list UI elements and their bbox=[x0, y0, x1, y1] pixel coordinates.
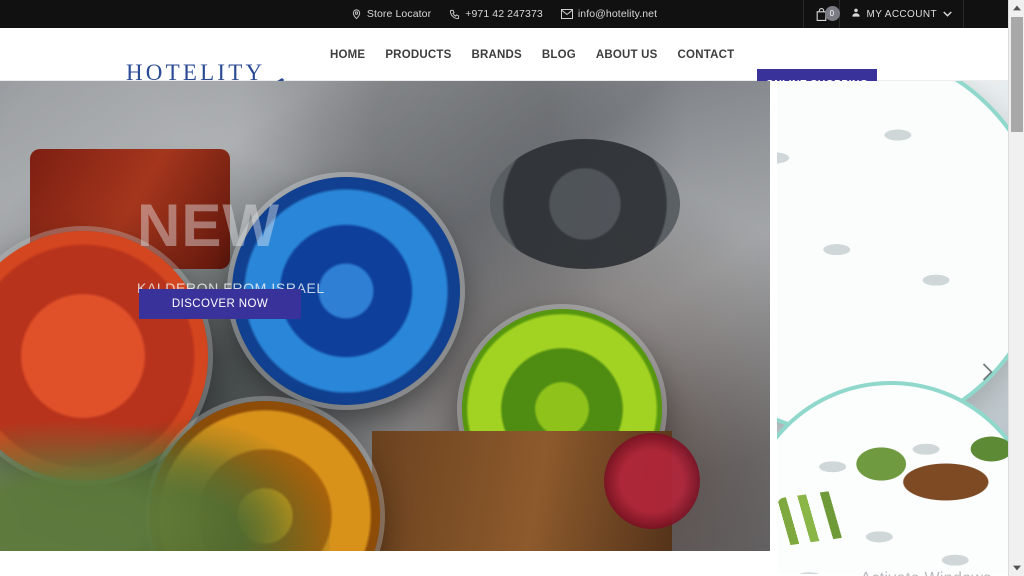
shopping-bag-icon: 0 bbox=[815, 5, 840, 22]
main-navigation: HOME PRODUCTS BRANDS BLOG ABOUT US CONTA… bbox=[330, 28, 734, 81]
site-header: HOTELITY HOME PRODUCTS BRANDS BLOG ABOUT… bbox=[0, 28, 1008, 99]
chevron-down-icon bbox=[943, 9, 952, 20]
cart-count-badge: 0 bbox=[824, 5, 840, 21]
scroll-down-arrow-icon[interactable] bbox=[1009, 560, 1024, 576]
envelope-icon bbox=[560, 9, 573, 19]
hero-carousel: NEW KALDERON FROM ISRAEL DISCOVER NOW bbox=[0, 81, 1008, 576]
store-locator-label: Store Locator bbox=[366, 8, 432, 20]
scroll-up-arrow-icon[interactable] bbox=[1009, 0, 1024, 16]
carousel-next-button[interactable] bbox=[975, 359, 999, 385]
phone-icon bbox=[449, 9, 460, 20]
nav-item-brands[interactable]: BRANDS bbox=[471, 49, 521, 61]
location-pin-icon bbox=[351, 8, 362, 20]
vertical-scrollbar[interactable] bbox=[1008, 0, 1024, 576]
nav-item-home[interactable]: HOME bbox=[330, 49, 365, 61]
topbar-account-group: 0 MY ACCOUNT bbox=[802, 0, 964, 28]
decorative-wine-glass bbox=[604, 433, 700, 529]
nav-item-contact[interactable]: CONTACT bbox=[678, 49, 735, 61]
phone-number: +971 42 247373 bbox=[465, 8, 543, 20]
nav-item-blog[interactable]: BLOG bbox=[542, 49, 576, 61]
top-utility-bar: Store Locator +971 42 247373 info@hoteli… bbox=[0, 0, 1008, 28]
scrollbar-thumb[interactable] bbox=[1011, 17, 1023, 132]
carousel-slide-next[interactable] bbox=[777, 81, 1008, 574]
decorative-greens bbox=[0, 401, 330, 551]
carousel-slide-active[interactable]: NEW KALDERON FROM ISRAEL DISCOVER NOW bbox=[0, 81, 770, 551]
user-icon bbox=[851, 7, 861, 21]
my-account-label: MY ACCOUNT bbox=[866, 8, 937, 20]
hero-title: NEW bbox=[137, 192, 280, 259]
email-address: info@hotelity.net bbox=[577, 8, 658, 20]
nav-item-about-us[interactable]: ABOUT US bbox=[596, 49, 658, 61]
my-account-menu[interactable]: MY ACCOUNT bbox=[838, 0, 964, 28]
page-root: Store Locator +971 42 247373 info@hoteli… bbox=[0, 0, 1008, 576]
phone-link[interactable]: +971 42 247373 bbox=[449, 8, 543, 20]
store-locator-link[interactable]: Store Locator bbox=[351, 8, 431, 20]
chevron-right-icon bbox=[982, 363, 993, 381]
discover-now-button[interactable]: DISCOVER NOW bbox=[139, 289, 301, 319]
hero-copy: NEW KALDERON FROM ISRAEL bbox=[137, 192, 557, 297]
nav-item-products[interactable]: PRODUCTS bbox=[385, 49, 451, 61]
email-link[interactable]: info@hotelity.net bbox=[560, 8, 658, 20]
cart-button[interactable]: 0 bbox=[802, 0, 840, 28]
